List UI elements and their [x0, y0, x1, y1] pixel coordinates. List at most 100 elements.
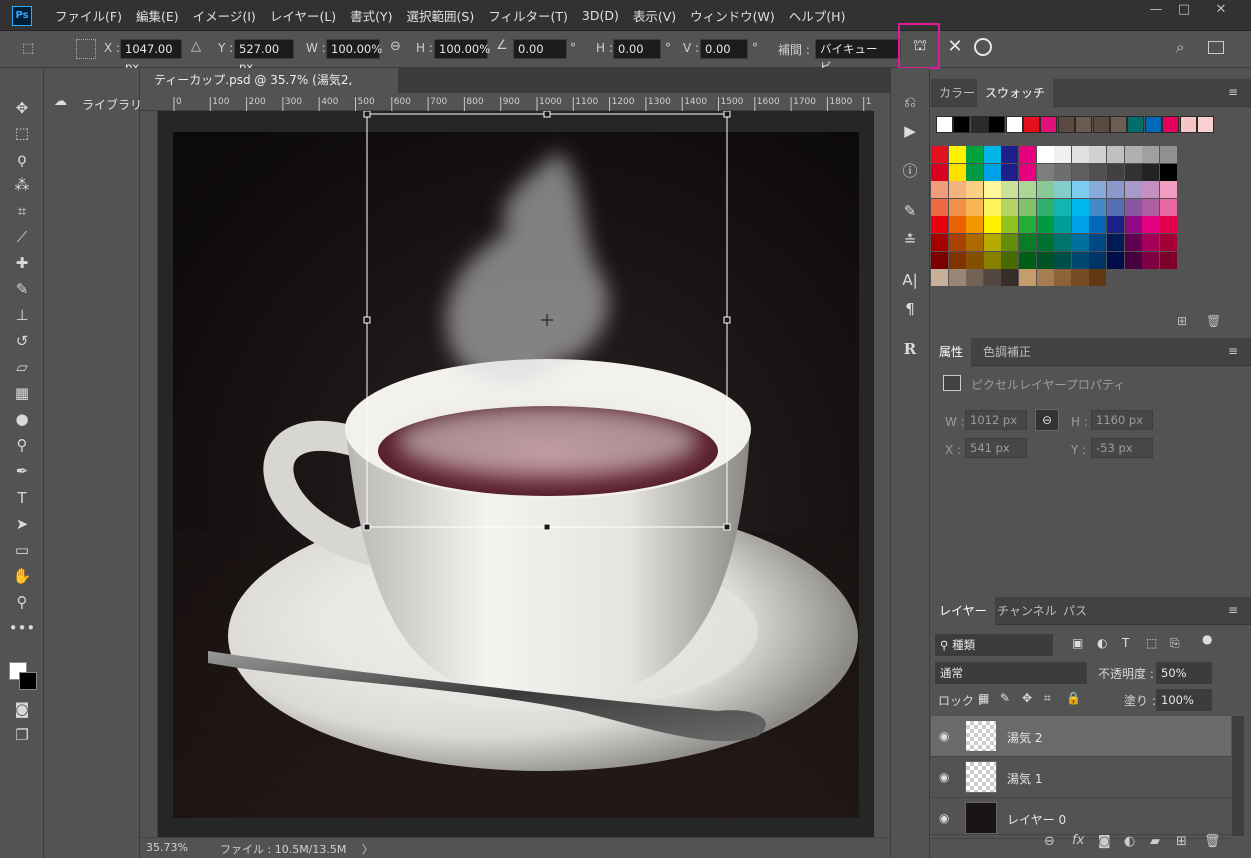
color-swatch[interactable]: [931, 198, 948, 216]
visibility-eye-icon[interactable]: ◉: [939, 811, 955, 825]
color-swatch[interactable]: [1036, 269, 1054, 287]
color-swatch[interactable]: [1071, 234, 1089, 251]
new-layer-icon[interactable]: ⊞: [1176, 834, 1187, 849]
color-swatch[interactable]: [1019, 251, 1036, 269]
brush-panel-icon[interactable]: ✎: [898, 200, 922, 222]
healing-brush-tool-icon[interactable]: ✚: [6, 252, 38, 274]
color-swatch[interactable]: [1036, 163, 1054, 181]
color-swatch[interactable]: [1124, 146, 1142, 163]
recent-swatch[interactable]: [988, 116, 1006, 133]
color-swatch[interactable]: [966, 234, 984, 251]
new-group-icon[interactable]: ▰: [1150, 834, 1160, 849]
prop-y-field[interactable]: -53 px: [1091, 438, 1153, 458]
recent-swatch[interactable]: [1005, 116, 1023, 133]
brush-tool-icon[interactable]: ✎: [6, 278, 38, 300]
color-swatch[interactable]: [1107, 216, 1124, 234]
document-tab[interactable]: ティーカップ.psd @ 35.7% (湯気2, RGB/8) * ×: [140, 68, 398, 112]
warp-mode-icon[interactable]: ⛫: [908, 36, 932, 58]
rectangle-tool-icon[interactable]: ▭: [6, 539, 38, 561]
recent-swatch[interactable]: [1162, 116, 1180, 133]
blur-tool-icon[interactable]: ●: [6, 408, 38, 430]
library-label[interactable]: ライブラリ: [82, 96, 142, 113]
color-swatch[interactable]: [983, 198, 1001, 216]
color-swatch[interactable]: [1054, 251, 1072, 269]
background-color-swatch[interactable]: [19, 672, 37, 690]
color-swatch[interactable]: [1124, 181, 1142, 199]
color-swatch[interactable]: [1036, 216, 1054, 234]
recent-swatch[interactable]: [1110, 116, 1127, 133]
color-swatch[interactable]: [1089, 163, 1107, 181]
color-swatch[interactable]: [931, 216, 948, 234]
color-swatch[interactable]: [931, 181, 948, 199]
recent-swatch[interactable]: [1092, 116, 1110, 133]
status-menu-arrow[interactable]: 〉: [362, 841, 373, 857]
color-swatch[interactable]: [1001, 216, 1019, 234]
menu-item[interactable]: ヘルプ(H): [782, 6, 853, 25]
menu-item[interactable]: ファイル(F): [48, 6, 129, 25]
color-swatch[interactable]: [966, 251, 984, 269]
menu-item[interactable]: レイヤー(L): [263, 6, 343, 25]
filter-adjustment-icon[interactable]: ◐: [1097, 636, 1107, 650]
color-swatch[interactable]: [1089, 181, 1107, 199]
prop-h-field[interactable]: 1160 px: [1091, 410, 1153, 430]
color-swatch[interactable]: [966, 269, 984, 287]
prop-x-field[interactable]: 541 px: [965, 438, 1027, 458]
color-swatch[interactable]: [1124, 251, 1142, 269]
color-swatch[interactable]: [1107, 251, 1124, 269]
color-swatch[interactable]: [983, 163, 1001, 181]
color-swatch[interactable]: [1071, 181, 1089, 199]
color-swatch[interactable]: [1107, 234, 1124, 251]
paragraph-panel-icon[interactable]: ¶: [898, 298, 922, 320]
color-swatch[interactable]: [948, 251, 966, 269]
info-panel-icon[interactable]: ⓘ: [898, 160, 922, 182]
interpolation-select[interactable]: バイキュービ...: [815, 39, 901, 74]
color-swatch[interactable]: [983, 181, 1001, 199]
filter-toggle-icon[interactable]: ●: [1202, 632, 1212, 646]
blend-mode-select[interactable]: 通常: [935, 662, 1087, 684]
color-swatch[interactable]: [1124, 216, 1142, 234]
color-swatch[interactable]: [1019, 181, 1036, 199]
color-swatch[interactable]: [1124, 198, 1142, 216]
recent-swatch[interactable]: [1144, 116, 1162, 133]
tab-color[interactable]: カラー: [931, 79, 983, 107]
type-tool-icon[interactable]: T: [6, 487, 38, 509]
new-adjustment-icon[interactable]: ◐: [1124, 834, 1135, 849]
color-swatch[interactable]: [1054, 234, 1072, 251]
color-swatch[interactable]: [983, 234, 1001, 251]
dodge-tool-icon[interactable]: ⚲: [6, 434, 38, 456]
actions-panel-icon[interactable]: ▶: [898, 120, 922, 142]
vskew-field[interactable]: 0.00: [700, 39, 748, 59]
color-swatch[interactable]: [1019, 269, 1036, 287]
recent-swatch[interactable]: [1075, 116, 1093, 133]
eraser-tool-icon[interactable]: ▱: [6, 356, 38, 378]
gradient-tool-icon[interactable]: ▦: [6, 382, 38, 404]
tab-channels[interactable]: チャンネル: [989, 597, 1065, 625]
w-field[interactable]: 100.00%: [326, 39, 382, 59]
add-mask-icon[interactable]: ◙: [1098, 834, 1111, 849]
color-swatch[interactable]: [983, 269, 1001, 287]
hand-tool-icon[interactable]: ✋: [6, 565, 38, 587]
lasso-tool-icon[interactable]: ϙ: [6, 148, 38, 170]
color-swatch[interactable]: [1089, 251, 1107, 269]
link-dimensions-icon[interactable]: ⊖: [1035, 409, 1059, 431]
menu-item[interactable]: 編集(E): [129, 6, 186, 25]
recent-swatch[interactable]: [1040, 116, 1058, 133]
lock-position-icon[interactable]: ✥: [1022, 691, 1032, 705]
layers-scrollbar[interactable]: [1232, 716, 1244, 836]
recent-swatch[interactable]: [1023, 116, 1040, 133]
color-swatch[interactable]: [1159, 198, 1177, 216]
color-swatch[interactable]: [1001, 146, 1019, 163]
color-swatch[interactable]: [948, 198, 966, 216]
visibility-eye-icon[interactable]: ◉: [939, 770, 955, 784]
color-swatch[interactable]: [1107, 198, 1124, 216]
move-tool-icon[interactable]: ✥: [6, 97, 38, 119]
recent-swatch[interactable]: [953, 116, 971, 133]
new-swatch-icon[interactable]: ⊞: [1177, 314, 1187, 328]
color-swatch[interactable]: [1142, 146, 1160, 163]
pen-tool-icon[interactable]: ✒: [6, 460, 38, 482]
recent-swatch[interactable]: [936, 116, 953, 133]
hskew-field[interactable]: 0.00: [613, 39, 661, 59]
color-swatch[interactable]: [1054, 269, 1072, 287]
color-swatch[interactable]: [1089, 269, 1107, 287]
tab-properties[interactable]: 属性: [931, 338, 972, 366]
